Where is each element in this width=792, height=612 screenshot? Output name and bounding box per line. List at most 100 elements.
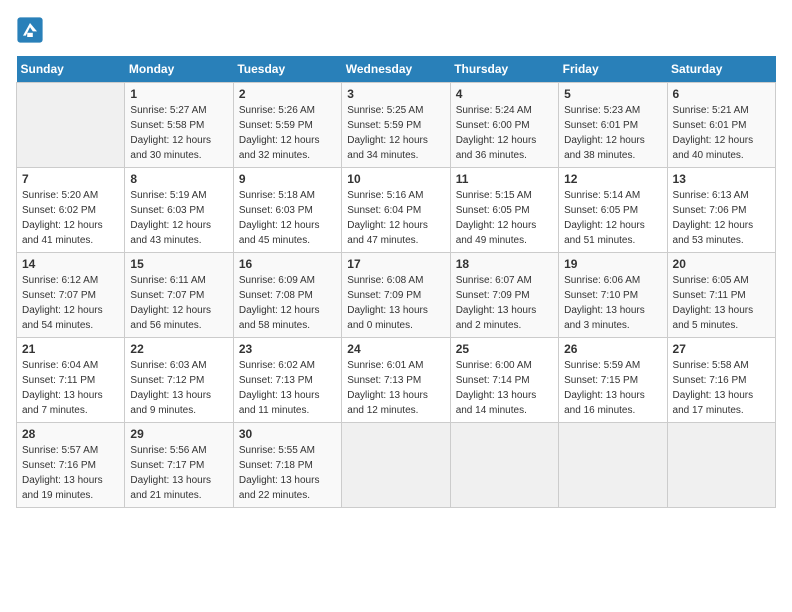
day-info: Sunrise: 5:55 AM Sunset: 7:18 PM Dayligh… — [239, 443, 336, 503]
day-number: 28 — [22, 427, 119, 441]
day-info: Sunrise: 6:11 AM Sunset: 7:07 PM Dayligh… — [130, 273, 227, 333]
calendar-cell: 20 Sunrise: 6:05 AM Sunset: 7:11 PM Dayli… — [667, 253, 775, 338]
day-info: Sunrise: 5:58 AM Sunset: 7:16 PM Dayligh… — [673, 358, 770, 418]
day-info: Sunrise: 6:12 AM Sunset: 7:07 PM Dayligh… — [22, 273, 119, 333]
calendar-cell: 10 Sunrise: 5:16 AM Sunset: 6:04 PM Dayli… — [342, 168, 450, 253]
calendar-cell — [342, 423, 450, 508]
weekday-header-friday: Friday — [559, 56, 667, 83]
calendar-cell: 21 Sunrise: 6:04 AM Sunset: 7:11 PM Dayli… — [17, 338, 125, 423]
day-info: Sunrise: 5:23 AM Sunset: 6:01 PM Dayligh… — [564, 103, 661, 163]
calendar-cell: 14 Sunrise: 6:12 AM Sunset: 7:07 PM Dayli… — [17, 253, 125, 338]
logo-icon — [16, 16, 44, 44]
calendar-cell: 22 Sunrise: 6:03 AM Sunset: 7:12 PM Dayli… — [125, 338, 233, 423]
day-info: Sunrise: 5:20 AM Sunset: 6:02 PM Dayligh… — [22, 188, 119, 248]
calendar-cell: 19 Sunrise: 6:06 AM Sunset: 7:10 PM Dayli… — [559, 253, 667, 338]
day-info: Sunrise: 6:04 AM Sunset: 7:11 PM Dayligh… — [22, 358, 119, 418]
calendar-cell: 30 Sunrise: 5:55 AM Sunset: 7:18 PM Dayli… — [233, 423, 341, 508]
calendar-cell: 16 Sunrise: 6:09 AM Sunset: 7:08 PM Dayli… — [233, 253, 341, 338]
day-info: Sunrise: 5:15 AM Sunset: 6:05 PM Dayligh… — [456, 188, 553, 248]
day-info: Sunrise: 5:18 AM Sunset: 6:03 PM Dayligh… — [239, 188, 336, 248]
calendar-cell: 13 Sunrise: 6:13 AM Sunset: 7:06 PM Dayli… — [667, 168, 775, 253]
calendar-cell: 11Sunrise: 5:15 AM Sunset: 6:05 PM Dayli… — [450, 168, 558, 253]
day-number: 25 — [456, 342, 553, 356]
day-number: 1 — [130, 87, 227, 101]
calendar-cell: 9 Sunrise: 5:18 AM Sunset: 6:03 PM Daylig… — [233, 168, 341, 253]
calendar-cell: 8 Sunrise: 5:19 AM Sunset: 6:03 PM Daylig… — [125, 168, 233, 253]
calendar-cell: 25 Sunrise: 6:00 AM Sunset: 7:14 PM Dayli… — [450, 338, 558, 423]
day-number: 16 — [239, 257, 336, 271]
logo — [16, 16, 48, 44]
day-info: Sunrise: 5:56 AM Sunset: 7:17 PM Dayligh… — [130, 443, 227, 503]
calendar-cell: 26 Sunrise: 5:59 AM Sunset: 7:15 PM Dayli… — [559, 338, 667, 423]
weekday-header-thursday: Thursday — [450, 56, 558, 83]
day-info: Sunrise: 5:27 AM Sunset: 5:58 PM Dayligh… — [130, 103, 227, 163]
calendar-cell — [450, 423, 558, 508]
calendar-cell: 12 Sunrise: 5:14 AM Sunset: 6:05 PM Dayli… — [559, 168, 667, 253]
calendar-cell: 29 Sunrise: 5:56 AM Sunset: 7:17 PM Dayli… — [125, 423, 233, 508]
day-info: Sunrise: 5:21 AM Sunset: 6:01 PM Dayligh… — [673, 103, 770, 163]
day-info: Sunrise: 5:14 AM Sunset: 6:05 PM Dayligh… — [564, 188, 661, 248]
calendar-cell: 6 Sunrise: 5:21 AM Sunset: 6:01 PM Daylig… — [667, 83, 775, 168]
day-info: Sunrise: 5:16 AM Sunset: 6:04 PM Dayligh… — [347, 188, 444, 248]
day-number: 14 — [22, 257, 119, 271]
day-number: 22 — [130, 342, 227, 356]
day-number: 3 — [347, 87, 444, 101]
calendar-cell: 3 Sunrise: 5:25 AM Sunset: 5:59 PM Daylig… — [342, 83, 450, 168]
calendar-cell: 24 Sunrise: 6:01 AM Sunset: 7:13 PM Dayli… — [342, 338, 450, 423]
day-number: 10 — [347, 172, 444, 186]
day-number: 29 — [130, 427, 227, 441]
day-info: Sunrise: 6:09 AM Sunset: 7:08 PM Dayligh… — [239, 273, 336, 333]
weekday-header-tuesday: Tuesday — [233, 56, 341, 83]
day-info: Sunrise: 6:03 AM Sunset: 7:12 PM Dayligh… — [130, 358, 227, 418]
day-number: 5 — [564, 87, 661, 101]
day-number: 8 — [130, 172, 227, 186]
day-number: 17 — [347, 257, 444, 271]
day-info: Sunrise: 6:00 AM Sunset: 7:14 PM Dayligh… — [456, 358, 553, 418]
calendar-cell — [559, 423, 667, 508]
day-number: 6 — [673, 87, 770, 101]
day-info: Sunrise: 5:57 AM Sunset: 7:16 PM Dayligh… — [22, 443, 119, 503]
day-number: 7 — [22, 172, 119, 186]
weekday-header-monday: Monday — [125, 56, 233, 83]
calendar-cell: 2 Sunrise: 5:26 AM Sunset: 5:59 PM Daylig… — [233, 83, 341, 168]
day-info: Sunrise: 5:59 AM Sunset: 7:15 PM Dayligh… — [564, 358, 661, 418]
day-number: 24 — [347, 342, 444, 356]
calendar-cell: 7 Sunrise: 5:20 AM Sunset: 6:02 PM Daylig… — [17, 168, 125, 253]
day-number: 21 — [22, 342, 119, 356]
calendar-cell — [17, 83, 125, 168]
day-number: 19 — [564, 257, 661, 271]
day-info: Sunrise: 6:05 AM Sunset: 7:11 PM Dayligh… — [673, 273, 770, 333]
day-number: 23 — [239, 342, 336, 356]
day-number: 2 — [239, 87, 336, 101]
day-number: 20 — [673, 257, 770, 271]
day-number: 12 — [564, 172, 661, 186]
weekday-header-saturday: Saturday — [667, 56, 775, 83]
day-info: Sunrise: 6:06 AM Sunset: 7:10 PM Dayligh… — [564, 273, 661, 333]
day-info: Sunrise: 6:07 AM Sunset: 7:09 PM Dayligh… — [456, 273, 553, 333]
day-info: Sunrise: 5:26 AM Sunset: 5:59 PM Dayligh… — [239, 103, 336, 163]
calendar-cell — [667, 423, 775, 508]
day-info: Sunrise: 6:02 AM Sunset: 7:13 PM Dayligh… — [239, 358, 336, 418]
day-number: 9 — [239, 172, 336, 186]
day-info: Sunrise: 5:19 AM Sunset: 6:03 PM Dayligh… — [130, 188, 227, 248]
day-number: 18 — [456, 257, 553, 271]
calendar-cell: 5 Sunrise: 5:23 AM Sunset: 6:01 PM Daylig… — [559, 83, 667, 168]
calendar-cell: 23 Sunrise: 6:02 AM Sunset: 7:13 PM Dayli… — [233, 338, 341, 423]
calendar-cell: 1 Sunrise: 5:27 AM Sunset: 5:58 PM Daylig… — [125, 83, 233, 168]
day-number: 15 — [130, 257, 227, 271]
day-info: Sunrise: 6:01 AM Sunset: 7:13 PM Dayligh… — [347, 358, 444, 418]
day-number: 30 — [239, 427, 336, 441]
day-info: Sunrise: 6:13 AM Sunset: 7:06 PM Dayligh… — [673, 188, 770, 248]
day-number: 4 — [456, 87, 553, 101]
day-number: 27 — [673, 342, 770, 356]
weekday-header-sunday: Sunday — [17, 56, 125, 83]
day-info: Sunrise: 5:25 AM Sunset: 5:59 PM Dayligh… — [347, 103, 444, 163]
calendar-table: SundayMondayTuesdayWednesdayThursdayFrid… — [16, 56, 776, 508]
page-header — [16, 16, 776, 44]
calendar-cell: 17 Sunrise: 6:08 AM Sunset: 7:09 PM Dayli… — [342, 253, 450, 338]
day-info: Sunrise: 6:08 AM Sunset: 7:09 PM Dayligh… — [347, 273, 444, 333]
day-number: 13 — [673, 172, 770, 186]
calendar-cell: 15 Sunrise: 6:11 AM Sunset: 7:07 PM Dayli… — [125, 253, 233, 338]
calendar-cell: 27 Sunrise: 5:58 AM Sunset: 7:16 PM Dayli… — [667, 338, 775, 423]
day-number: 26 — [564, 342, 661, 356]
